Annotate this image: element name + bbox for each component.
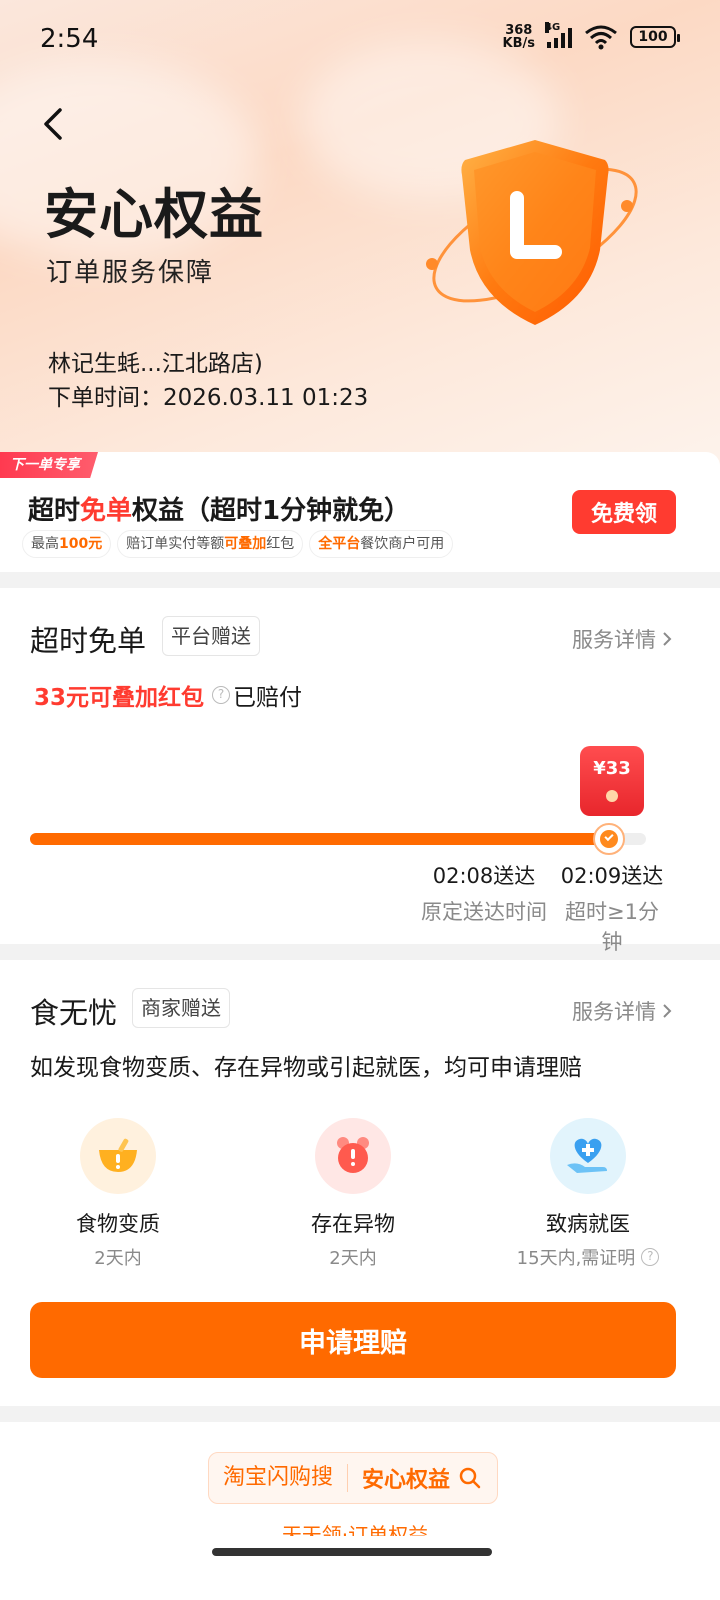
claim-type-deadline-text: 15天内,需证明: [516, 1248, 636, 1269]
actual-label: 超时≥1分钟: [565, 900, 659, 954]
network-type: 4G: [545, 22, 561, 33]
claim-type-deadline: 2天内: [329, 1248, 377, 1269]
promo-chip: 最高100元: [22, 530, 112, 558]
service-detail-link[interactable]: 服务详情: [572, 624, 672, 654]
red-packet-value: ¥33: [593, 758, 631, 779]
planned-time: 02:08送达: [432, 864, 536, 888]
back-arrow-icon[interactable]: [40, 104, 70, 144]
page-subtitle: 订单服务保障: [46, 258, 215, 288]
promo-title: 超时免单权益（超时1分钟就免）: [28, 490, 410, 527]
section-tag: 平台赠送: [162, 616, 260, 656]
help-icon[interactable]: ?: [212, 686, 231, 704]
promo-title-post: 权益（超时1分钟就免）: [132, 496, 411, 526]
status-bar: 2:54 368 KB/s 4G 100: [0, 0, 720, 80]
claim-type-item: 食物变质 2天内: [38, 1118, 198, 1270]
overtime-free-card: 超时免单 平台赠送 服务详情 33元可叠加红包 ? 已赔付 ¥33 02:08送…: [0, 588, 720, 954]
apply-claim-button[interactable]: 申请理赔: [30, 1302, 676, 1378]
promo-tag: 下一单专享: [0, 452, 98, 478]
claim-type-deadline: 15天内,需证明 ?: [508, 1244, 668, 1270]
section-title: 食无忧: [30, 996, 118, 1030]
battery-icon: 100: [630, 26, 680, 48]
claim-type-name: 存在异物: [311, 1212, 395, 1236]
home-indicator[interactable]: [212, 1548, 492, 1556]
promo-chips: 最高100元 赔订单实付等额可叠加红包 全平台餐饮商户可用: [22, 530, 454, 558]
section-title: 超时免单: [30, 624, 147, 658]
claim-type-item: 存在异物 2天内: [273, 1118, 433, 1270]
medical-icon: [550, 1118, 626, 1194]
status-icons: 368 KB/s 4G 100: [503, 22, 680, 50]
actual-delivery: 02:09送达 超时≥1分钟: [558, 860, 666, 956]
red-packet-icon: ¥33: [580, 746, 644, 816]
search-keyword: 安心权益: [362, 1468, 451, 1493]
claim-type-name: 食物变质: [76, 1212, 160, 1236]
chevron-right-icon: [663, 632, 672, 646]
spoiled-food-icon: [80, 1118, 156, 1194]
claim-type-deadline: 2天内: [94, 1248, 142, 1269]
compensation-amount: 33元可叠加红包: [34, 685, 205, 711]
wifi-icon: [585, 25, 617, 50]
service-detail-label: 服务详情: [572, 1000, 656, 1024]
delivery-progress-fill: [30, 833, 610, 845]
order-time: 下单时间：2026.03.11 01:23: [48, 385, 369, 411]
search-pill[interactable]: 淘宝闪购搜 安心权益: [208, 1452, 498, 1504]
promo-chip: 赔订单实付等额可叠加红包: [117, 530, 304, 558]
compensation-status: 33元可叠加红包 ? 已赔付: [34, 678, 302, 712]
cell-signal-icon: 4G: [545, 22, 572, 48]
claim-type-name: 致病就医: [546, 1212, 630, 1236]
foreign-object-icon: [315, 1118, 391, 1194]
claim-free-button[interactable]: 免费领: [572, 490, 676, 534]
page-title: 安心权益: [44, 183, 264, 246]
service-detail-link[interactable]: 服务详情: [572, 996, 672, 1026]
delivery-progress-track: [30, 823, 646, 855]
section-tag: 商家赠送: [132, 988, 230, 1028]
promo-card: 下一单专享 超时免单权益（超时1分钟就免） 最高100元 赔订单实付等额可叠加红…: [0, 452, 720, 572]
food-safety-card: 食无忧 商家赠送 服务详情 如发现食物变质、存在异物或引起就医，均可申请理赔 食…: [0, 960, 720, 1406]
chevron-right-icon: [663, 1004, 672, 1018]
food-safety-description: 如发现食物变质、存在异物或引起就医，均可申请理赔: [30, 1055, 582, 1081]
check-circle-icon: [593, 823, 626, 855]
shop-name: 林记生蚝...江北路店): [48, 351, 263, 377]
bottom-section: 淘宝闪购搜 安心权益 天天领·订单权益: [0, 1422, 720, 1600]
promo-title-highlight: 免单: [80, 496, 133, 526]
promo-title-pre: 超时: [28, 496, 81, 526]
actual-time: 02:09送达: [560, 864, 664, 888]
shield-icon: [426, 140, 638, 325]
planned-label: 原定送达时间: [421, 900, 547, 924]
promo-chip: 全平台餐饮商户可用: [309, 530, 454, 558]
status-time: 2:54: [40, 24, 99, 54]
next-section-peek: 天天领·订单权益: [281, 1523, 429, 1536]
search-icon: [459, 1467, 481, 1489]
compensation-state: 已赔付: [233, 685, 303, 711]
planned-delivery: 02:08送达 原定送达时间: [420, 860, 548, 926]
net-speed: 368 KB/s: [503, 24, 535, 50]
help-icon[interactable]: ?: [641, 1248, 660, 1266]
hero-banner: 2:54 368 KB/s 4G 100 安心权益 订单服务保障 林记生蚝...…: [0, 0, 720, 470]
search-prefix: 淘宝闪购搜: [209, 1464, 349, 1492]
claim-type-item: 致病就医 15天内,需证明 ?: [508, 1118, 668, 1270]
service-detail-label: 服务详情: [572, 628, 656, 652]
net-speed-unit: KB/s: [502, 36, 535, 51]
